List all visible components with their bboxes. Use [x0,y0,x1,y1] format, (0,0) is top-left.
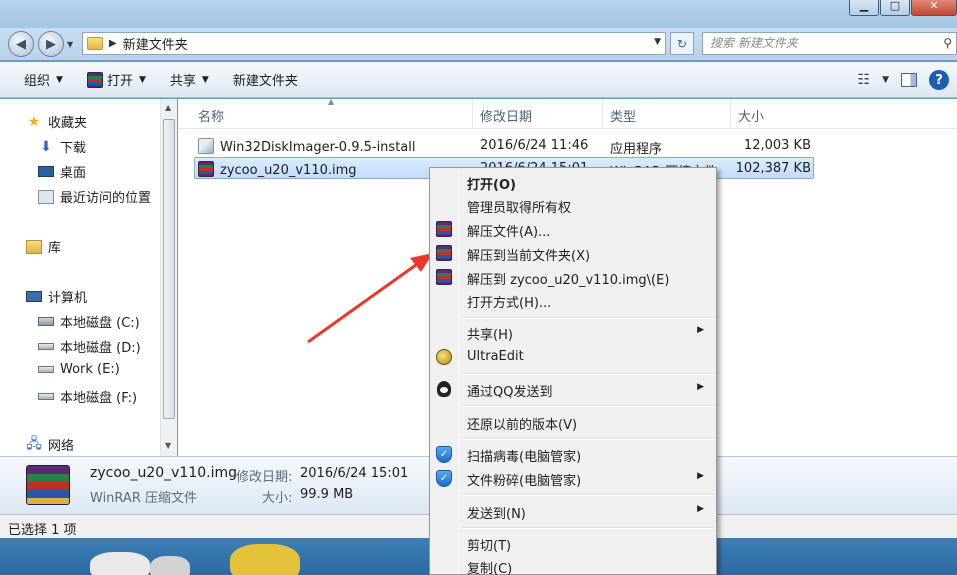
menu-item-share[interactable]: 共享(H) ▶ [432,321,714,343]
winrar-icon [436,221,452,237]
menu-item-extract-to-folder[interactable]: 解压到 zycoo_u20_v110.img\(E) [432,266,714,288]
submenu-arrow-icon: ▶ [697,504,704,514]
menu-separator [462,438,714,440]
ultraedit-icon [436,349,452,365]
menu-item-label: 发送到(N) [467,507,526,522]
menu-item-label: 剪切(T) [467,539,512,554]
menu-separator [462,527,714,529]
menu-item-open-with[interactable]: 打开方式(H)... [432,289,714,311]
menu-item-send-to[interactable]: 发送到(N) ▶ [432,500,714,522]
menu-item-label: 解压到 zycoo_u20_v110.img\(E) [467,273,670,288]
menu-item-label: 解压文件(A)... [467,225,551,240]
menu-item-label: 文件粉碎(电脑管家) [467,474,582,489]
menu-item-extract-files[interactable]: 解压文件(A)... [432,218,714,240]
menu-separator [462,373,714,375]
menu-item-scan-virus[interactable]: ✓ 扫描病毒(电脑管家) [432,443,714,465]
winrar-icon [436,269,452,285]
winrar-icon [436,245,452,261]
menu-item-cut[interactable]: 剪切(T) [432,532,714,554]
menu-item-shred-file[interactable]: ✓ 文件粉碎(电脑管家) ▶ [432,467,714,489]
menu-item-extract-here[interactable]: 解压到当前文件夹(X) [432,242,714,264]
menu-item-ultraedit[interactable]: UltraEdit [432,346,714,368]
menu-item-label: 共享(H) [467,328,513,343]
menu-separator [462,317,714,319]
menu-item-label: 打开(O) [467,178,516,193]
menu-item-restore-previous[interactable]: 还原以前的版本(V) [432,411,714,433]
menu-item-send-via-qq[interactable]: 通过QQ发送到 ▶ [432,378,714,400]
submenu-arrow-icon: ▶ [697,382,704,392]
menu-item-copy[interactable]: 复制(C) [432,555,714,575]
menu-item-label: 扫描病毒(电脑管家) [467,450,582,465]
menu-item-label: 还原以前的版本(V) [467,418,578,433]
menu-separator [462,494,714,496]
menu-item-label: 通过QQ发送到 [467,385,553,400]
menu-item-label: 管理员取得所有权 [467,201,572,216]
context-menu: 打开(O) 管理员取得所有权 解压文件(A)... 解压到当前文件夹(X) 解压… [429,167,717,575]
shield-icon: ✓ [436,469,452,487]
submenu-arrow-icon: ▶ [697,471,704,481]
menu-item-label: 复制(C) [467,562,513,575]
menu-item-label: 解压到当前文件夹(X) [467,249,591,264]
menu-item-take-ownership[interactable]: 管理员取得所有权 [432,194,714,216]
qq-icon [437,381,451,397]
shield-icon: ✓ [436,445,452,463]
menu-item-open[interactable]: 打开(O) [432,171,714,193]
menu-separator [462,405,714,407]
submenu-arrow-icon: ▶ [697,325,704,335]
menu-item-label: UltraEdit [467,349,524,364]
menu-item-label: 打开方式(H)... [467,296,552,311]
